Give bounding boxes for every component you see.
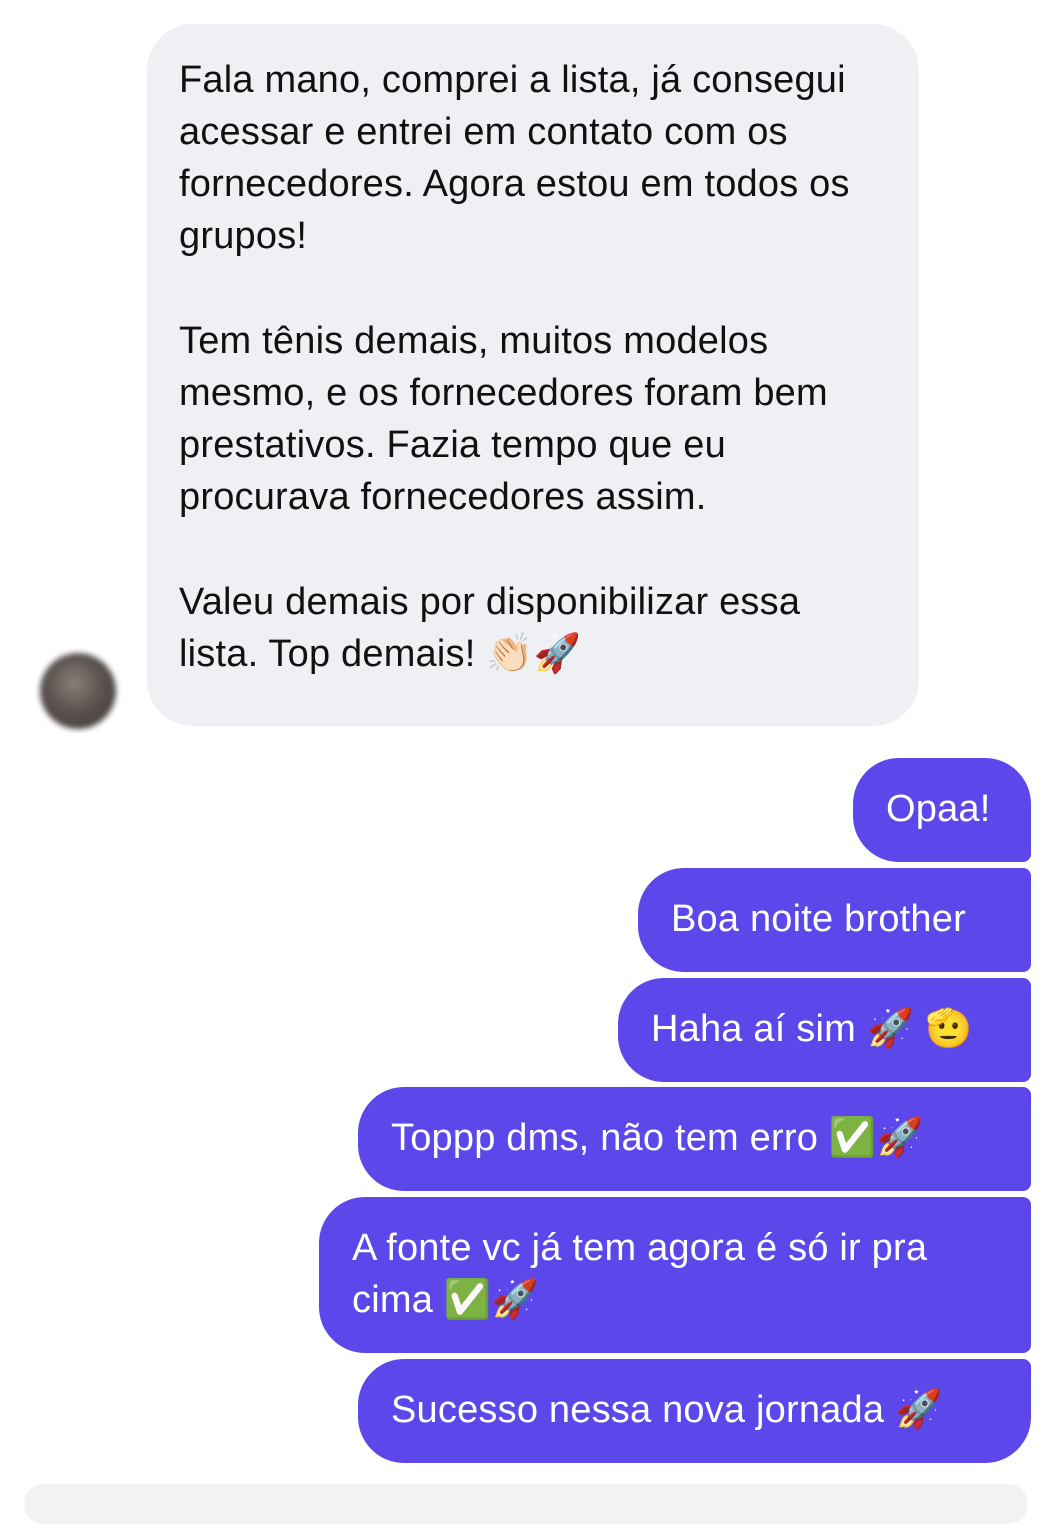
contact-avatar[interactable] [40,653,116,729]
incoming-message-bubble[interactable]: Fala mano, comprei a lista, já consegui … [147,24,919,726]
outgoing-message-bubble[interactable]: Toppp dms, não tem erro ✅🚀 [358,1087,1031,1191]
message-composer[interactable] [24,1484,1028,1524]
outgoing-message-bubble[interactable]: Haha aí sim 🚀 🫡 [618,978,1031,1082]
message-paragraph: Tem tênis demais, muitos modelos mesmo, … [179,320,828,518]
chat-thread: Fala mano, comprei a lista, já consegui … [0,0,1052,1524]
outgoing-message-bubble[interactable]: Boa noite brother [638,868,1031,972]
message-paragraph: Fala mano, comprei a lista, já consegui … [179,59,850,257]
outgoing-message-bubble[interactable]: Opaa! [853,758,1031,862]
outgoing-message-bubble[interactable]: Sucesso nessa nova jornada 🚀 [358,1359,1031,1463]
message-paragraph: Valeu demais por disponibilizar essa lis… [179,581,801,675]
outgoing-message-bubble[interactable]: A fonte vc já tem agora é só ir pra cima… [319,1197,1031,1353]
